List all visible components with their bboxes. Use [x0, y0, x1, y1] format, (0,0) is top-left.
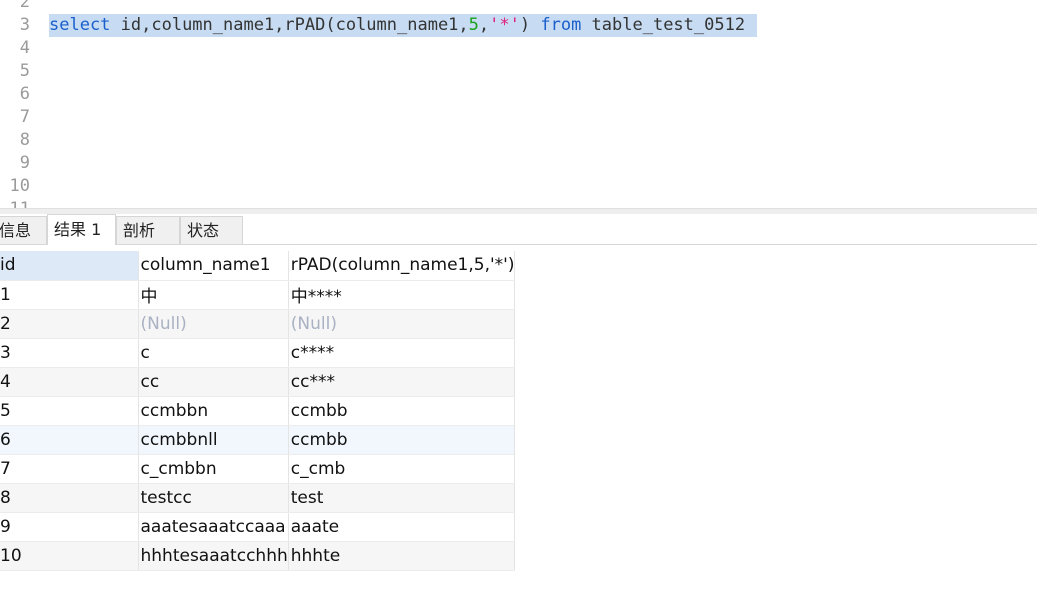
table-cell[interactable]: (Null)	[288, 309, 516, 339]
editor-line[interactable]: 10	[0, 175, 1037, 198]
table-cell[interactable]: cc***	[288, 367, 516, 397]
table-cell[interactable]: 5	[0, 396, 139, 426]
editor-line[interactable]: 2	[0, 0, 1037, 14]
table-row[interactable]: 2 (Null) (Null)	[0, 309, 516, 339]
table-cell[interactable]: 9	[0, 512, 139, 542]
table-row[interactable]: 10 hhhtesaaatcchhh hhhte	[0, 541, 516, 571]
table-row[interactable]: 9 aaatesaaatccaaa aaate	[0, 512, 516, 542]
result-grid: id column_name1 rPAD(column_name1,5,'*') 1 中…	[0, 251, 516, 571]
editor-line[interactable]: 8	[0, 129, 1037, 152]
table-cell[interactable]: c_cmb	[288, 454, 516, 484]
table-cell[interactable]: 6	[0, 425, 139, 455]
code-token-str: '*'	[489, 15, 520, 35]
table-cell[interactable]: 8	[0, 483, 139, 513]
table-cell[interactable]: 7	[0, 454, 139, 484]
line-number: 8	[19, 130, 30, 150]
column-header[interactable]: id	[0, 251, 139, 281]
table-cell[interactable]: ccmbb	[288, 425, 516, 455]
code-token-plain: )	[519, 15, 541, 35]
table-cell[interactable]: ccmbbn	[138, 396, 289, 426]
tab-result-1[interactable]: 结果 1	[47, 214, 116, 245]
tab-info[interactable]: 信息	[0, 216, 47, 244]
code-text[interactable]: select id,column_name1,rPAD(column_name1…	[49, 14, 758, 37]
table-cell[interactable]: 中	[138, 280, 289, 310]
code-token-kw: from	[540, 15, 582, 35]
table-row[interactable]: 6 ccmbbnll ccmbb	[0, 425, 516, 455]
column-header[interactable]: rPAD(column_name1,5,'*')	[288, 251, 516, 281]
editor-line[interactable]: 4	[0, 37, 1037, 60]
table-cell[interactable]: 2	[0, 309, 139, 339]
table-cell[interactable]: hhhte	[288, 541, 516, 571]
table-row[interactable]: 7 c_cmbbn c_cmb	[0, 454, 516, 484]
line-number: 10	[9, 176, 30, 196]
table-cell[interactable]: ccmbbnll	[138, 425, 289, 455]
line-number: 6	[19, 84, 30, 104]
line-number: 4	[19, 38, 30, 58]
line-number: 9	[19, 153, 30, 173]
editor-line[interactable]: 3 select id,column_name1,rPAD(column_name…	[0, 14, 1037, 37]
table-row[interactable]: 8 testcc test	[0, 483, 516, 513]
table-row[interactable]: 1 中中****	[0, 280, 516, 310]
editor-line[interactable]: 6	[0, 83, 1037, 106]
code-token-plain: id,column_name1,rPAD(column_name1,	[110, 15, 469, 35]
code-token-kw: select	[49, 15, 111, 35]
table-row[interactable]: 5 ccmbbn ccmbb	[0, 396, 516, 426]
table-cell[interactable]: c****	[288, 338, 516, 368]
sql-editor[interactable]: 2 3 select id,column_name1,rPAD(column_nam…	[0, 0, 1037, 210]
tab-profile[interactable]: 剖析	[116, 216, 180, 244]
table-cell[interactable]: 1	[0, 280, 139, 310]
table-cell[interactable]: aaatesaaatccaaa	[138, 512, 289, 542]
table-row[interactable]: 3 c c****	[0, 338, 516, 368]
result-tabbar: 信息 结果 1 剖析 状态	[0, 214, 1037, 245]
editor-line[interactable]: 9	[0, 152, 1037, 175]
table-cell[interactable]: ccmbb	[288, 396, 516, 426]
line-number: 7	[19, 107, 30, 127]
table-cell[interactable]: 3	[0, 338, 139, 368]
code-token-num: 5	[468, 15, 479, 35]
line-number: 2	[19, 0, 30, 12]
code-token-plain: ,	[478, 15, 490, 35]
line-number: 5	[19, 61, 30, 81]
tab-status[interactable]: 状态	[180, 216, 243, 244]
table-cell[interactable]: c	[138, 338, 289, 368]
table-cell[interactable]: aaate	[288, 512, 516, 542]
table-row[interactable]: 4 cc cc***	[0, 367, 516, 397]
table-cell[interactable]: cc	[138, 367, 289, 397]
code-token-plain: table_test_0512	[581, 15, 746, 35]
editor-line[interactable]: 5	[0, 60, 1037, 83]
grid-header-row: id column_name1 rPAD(column_name1,5,'*')	[0, 251, 516, 281]
editor-line[interactable]: 7	[0, 106, 1037, 129]
table-cell[interactable]: hhhtesaaatcchhh	[138, 541, 289, 571]
table-cell[interactable]: testcc	[138, 483, 289, 513]
line-number: 3	[19, 15, 30, 35]
table-cell[interactable]: 中****	[288, 280, 516, 310]
table-cell[interactable]: 4	[0, 367, 139, 397]
table-cell[interactable]: (Null)	[138, 309, 289, 339]
table-cell[interactable]: test	[288, 483, 516, 513]
table-cell[interactable]: c_cmbbn	[138, 454, 289, 484]
table-cell[interactable]: 10	[0, 541, 139, 571]
column-header[interactable]: column_name1	[138, 251, 289, 281]
